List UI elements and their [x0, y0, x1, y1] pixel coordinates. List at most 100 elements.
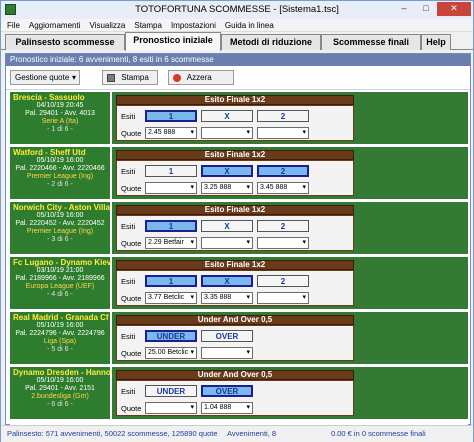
quote-select-2[interactable]: 3.45 888 ▾ [257, 182, 309, 194]
status-palinsesto: Palinsesto: 571 avvenimenti, 50022 scomm… [7, 429, 218, 438]
menu-guida[interactable]: Guida in linea [225, 19, 274, 31]
outcome-2-button[interactable]: 2 [257, 110, 309, 122]
event-league: Europa League (UEF) [25, 283, 95, 290]
bet-area: Under And Over 0,5 Esiti Quote UNDER OVE… [112, 312, 468, 364]
quote-value: 3.77 Betclic [148, 294, 185, 301]
esiti-label: Esiti [121, 277, 136, 286]
over-button[interactable]: OVER [201, 385, 253, 397]
event-teams: Real Madrid - Granada Cf [13, 313, 109, 322]
window-controls: – □ ✕ [393, 2, 471, 16]
market-title: Under And Over 0,5 [116, 315, 354, 325]
outcome-x-button[interactable]: X [201, 220, 253, 232]
event-date: 05/10/19 16:00 [36, 212, 84, 219]
quote-select-1[interactable]: 2.45 888 ▾ [145, 127, 197, 139]
quote-select-x[interactable]: ▾ [201, 127, 253, 139]
chevron-down-icon: ▾ [302, 129, 306, 136]
minimize-button[interactable]: – [393, 2, 415, 16]
quote-label: Quote [121, 404, 142, 413]
quote-value: 2.29 Betfair [148, 239, 184, 246]
event-pal: Pal. 29401 - Avv. 2151 [25, 385, 95, 392]
quote-select-over[interactable]: ▾ [201, 347, 253, 359]
tab-help[interactable]: Help [421, 34, 451, 50]
quote-label: Quote [121, 184, 142, 193]
quote-select-under[interactable]: ▾ [145, 402, 197, 414]
event-pal: Pal. 2224796 - Avv. 2224796 [15, 330, 105, 337]
stampa-button[interactable]: Stampa [102, 70, 158, 85]
chevron-down-icon: ▾ [190, 294, 194, 301]
event-league: Serie A (Ita) [41, 118, 79, 125]
chevron-down-icon: ▾ [246, 349, 250, 356]
tab-metodi[interactable]: Metodi di riduzione [221, 34, 321, 50]
quote-select-2[interactable]: ▾ [257, 292, 309, 304]
under-button[interactable]: UNDER [145, 385, 197, 397]
event-teams: Norwich City - Aston Villa [13, 203, 110, 212]
quote-select-2[interactable]: ▾ [257, 127, 309, 139]
outcome-1-button[interactable]: 1 [145, 275, 197, 287]
status-totale: 0.00 € in 0 scommesse finali [331, 429, 426, 438]
event-date: 05/10/19 16:00 [36, 157, 84, 164]
quote-value: 25.00 Betclic [148, 349, 189, 356]
tab-pronostico[interactable]: Pronostico iniziale [125, 32, 221, 51]
event-index: - 6 di 6 - [47, 401, 73, 408]
outcome-1-button[interactable]: 1 [145, 220, 197, 232]
event-date: 03/10/19 21:00 [36, 267, 84, 274]
event-pal: Pal. 2220466 - Avv. 2220466 [15, 165, 105, 172]
chevron-down-icon: ▾ [302, 184, 306, 191]
quote-select-1[interactable]: 2.29 Betfair ▾ [145, 237, 197, 249]
event-teams: Watford - Sheff Utd [13, 148, 86, 157]
event-index: - 4 di 6 - [47, 291, 73, 298]
event-row: Norwich City - Aston Villa 05/10/19 16:0… [10, 202, 468, 254]
chevron-down-icon: ▾ [246, 404, 250, 411]
event-info: Norwich City - Aston Villa 05/10/19 16:0… [10, 202, 110, 254]
quote-value: 2.45 888 [148, 129, 176, 136]
quote-label: Quote [121, 294, 142, 303]
quote-select-1[interactable]: ▾ [145, 182, 197, 194]
quote-select-x[interactable]: 3.35 888 ▾ [201, 292, 253, 304]
event-info: Real Madrid - Granada Cf 05/10/19 16:00 … [10, 312, 110, 364]
printer-icon [107, 73, 115, 82]
quote-value: 3.25 888 [204, 184, 232, 191]
outcome-x-button[interactable]: X [201, 110, 253, 122]
menu-stampa[interactable]: Stampa [134, 19, 162, 31]
market-title: Esito Finale 1x2 [116, 95, 354, 105]
market-box: Esiti Quote 1 X 2 3.77 Betclic ▾ 3.35 888… [116, 270, 354, 306]
menu-file[interactable]: File [7, 19, 20, 31]
outcome-2-button[interactable]: 2 [257, 165, 309, 177]
over-button[interactable]: OVER [201, 330, 253, 342]
outcome-2-button[interactable]: 2 [257, 275, 309, 287]
gestione-quote-dropdown[interactable]: Gestione quote ▾ [10, 70, 80, 85]
menu-aggiornamenti[interactable]: Aggiornamenti [29, 19, 81, 31]
event-info: Fc Lugano - Dynamo Kiev 03/10/19 21:00 P… [10, 257, 111, 309]
outcome-x-button[interactable]: X [201, 275, 253, 287]
event-teams: Dynamo Dresden - Hannover 96 [13, 368, 134, 377]
outcome-x-button[interactable]: X [201, 165, 253, 177]
menu-impostazioni[interactable]: Impostazioni [171, 19, 216, 31]
tab-palinsesto[interactable]: Palinsesto scommesse [5, 34, 125, 50]
market-box: Esiti Quote UNDER OVER 25.00 Betclic ▾ ▾ [116, 325, 354, 361]
event-row: Fc Lugano - Dynamo Kiev 03/10/19 21:00 P… [10, 257, 468, 309]
quote-select-over[interactable]: 1.04 888 ▾ [201, 402, 253, 414]
bet-area: Esito Finale 1x2 Esiti Quote 1 X 2 2.29 … [112, 202, 468, 254]
menu-visualizza[interactable]: Visualizza [89, 19, 125, 31]
azzera-label: Azzera [186, 73, 212, 82]
outcome-2-button[interactable]: 2 [257, 220, 309, 232]
bet-area: Esito Finale 1x2 Esiti Quote 1 X 2 2.45 … [112, 92, 468, 144]
quote-select-x[interactable]: ▾ [201, 237, 253, 249]
quote-select-x[interactable]: 3.25 888 ▾ [201, 182, 253, 194]
quote-select-1[interactable]: 3.77 Betclic ▾ [145, 292, 197, 304]
maximize-button[interactable]: □ [415, 2, 437, 16]
outcome-1-button[interactable]: 1 [145, 110, 197, 122]
quote-label: Quote [121, 129, 142, 138]
quote-select-under[interactable]: 25.00 Betclic ▾ [145, 347, 197, 359]
azzera-button[interactable]: Azzera [168, 70, 234, 85]
tab-bar: Palinsesto scommesse Pronostico iniziale… [1, 32, 473, 51]
under-button[interactable]: UNDER [145, 330, 197, 342]
event-row: Watford - Sheff Utd 05/10/19 16:00 Pal. … [10, 147, 468, 199]
tab-scommesse-finali[interactable]: Scommesse finali [321, 34, 421, 50]
esiti-label: Esiti [121, 332, 136, 341]
close-button[interactable]: ✕ [437, 2, 471, 16]
quote-select-2[interactable]: ▾ [257, 237, 309, 249]
chevron-down-icon: ▾ [190, 349, 194, 356]
outcome-1-button[interactable]: 1 [145, 165, 197, 177]
event-index: - 1 di 6 - [47, 126, 73, 133]
